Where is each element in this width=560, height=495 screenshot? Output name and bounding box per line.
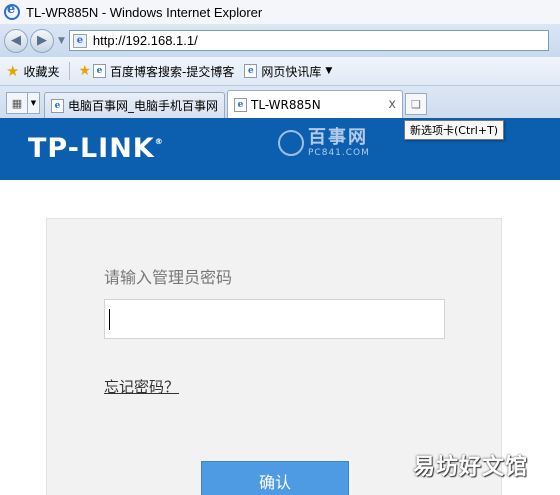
separator [69, 62, 71, 80]
watermark-domain: PC841.COM [308, 148, 370, 158]
favorite-link-1[interactable]: e 百度博客搜索-提交博客 [93, 63, 234, 80]
tab-label: TL-WR885N [251, 97, 321, 112]
watermark-title: 百事网 [308, 127, 368, 148]
password-field[interactable] [104, 299, 445, 339]
new-tab-tooltip: 新选项卡(Ctrl+T) [404, 120, 505, 140]
grid-icon: ▦ [11, 96, 23, 110]
quick-tabs-button[interactable]: ▦ [6, 92, 28, 114]
password-prompt: 请输入管理员密码 [104, 268, 233, 287]
mouse-logo-icon [278, 130, 304, 156]
favorites-bar: ★ 收藏夹 ★ e 百度博客搜索-提交博客 e 网页快讯库 ▼ [0, 57, 560, 86]
chevron-down-icon: ▼ [30, 99, 37, 107]
forward-button[interactable]: ▶ [30, 28, 54, 53]
pc841-watermark: 百事网 PC841.COM [278, 128, 370, 158]
forward-arrow-icon: ▶ [37, 33, 47, 48]
forgot-password-link[interactable]: 忘记密码？ [104, 376, 179, 397]
new-tab-icon: ❏ [411, 97, 421, 111]
close-tab-icon[interactable]: x [388, 97, 396, 112]
history-dropdown-icon[interactable]: ▼ [58, 36, 65, 46]
back-button[interactable]: ◀ [4, 28, 28, 53]
favorite-link-label: 百度博客搜索-提交博客 [110, 64, 235, 79]
star-icon: ★ [6, 62, 20, 80]
chevron-down-icon: ▼ [325, 66, 333, 76]
tp-link-logo: TP-LINK® [28, 133, 164, 164]
navigation-bar: ◀ ▶ ▼ e http://192.168.1.1/ [0, 24, 560, 57]
confirm-button[interactable]: 确认 [201, 461, 349, 495]
tab-label: 电脑百事网_电脑手机百事网 [68, 99, 219, 113]
page-icon: e [72, 33, 87, 48]
tab-list-dropdown[interactable]: ▼ [28, 92, 40, 114]
page-icon: e [51, 98, 64, 113]
address-text[interactable]: http://192.168.1.1/ [93, 33, 198, 48]
window-title-bar: TL-WR885N - Windows Internet Explorer [0, 0, 560, 24]
favorites-label: 收藏夹 [23, 64, 60, 79]
page-icon: e [234, 97, 248, 112]
tab-tl-wr885n[interactable]: e TL-WR885N x [227, 90, 404, 118]
corner-watermark: 易坊好文馆 [413, 455, 529, 480]
favorite-link-label: 网页快讯库 [261, 64, 322, 79]
back-arrow-icon: ◀ [11, 33, 21, 48]
tab-bar: ▦ ▼ e 电脑百事网_电脑手机百事网 e TL-WR885N x ❏ [0, 86, 560, 118]
tab-pc841[interactable]: e 电脑百事网_电脑手机百事网 [44, 92, 226, 118]
favorite-link-2[interactable]: e 网页快讯库 ▼ [244, 63, 332, 80]
favorites-button[interactable]: ★ 收藏夹 [6, 62, 59, 80]
address-bar[interactable]: e http://192.168.1.1/ [68, 30, 549, 51]
page-icon: e [93, 64, 107, 78]
ie-logo-icon [4, 2, 20, 20]
new-tab-button[interactable]: ❏ [405, 93, 428, 115]
page-icon: e [244, 64, 258, 78]
add-favorite-icon[interactable]: ★ [78, 63, 91, 79]
window-title: TL-WR885N - Windows Internet Explorer [26, 4, 263, 20]
